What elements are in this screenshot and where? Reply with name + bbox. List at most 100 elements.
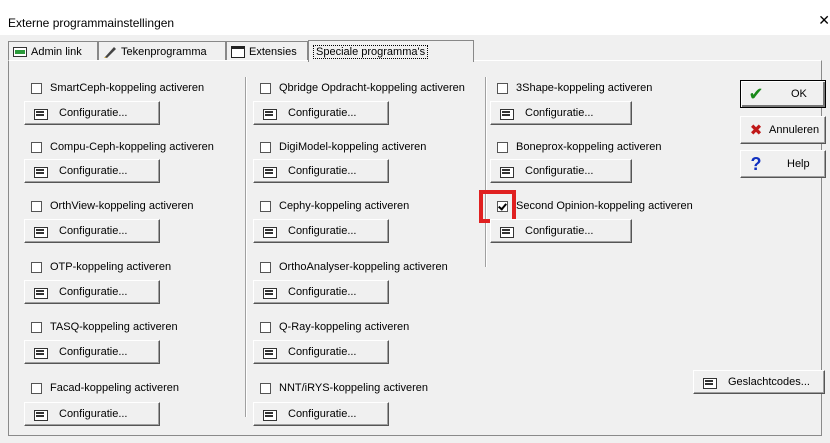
checkbox-label: NNT/iRYS-koppeling activeren bbox=[279, 382, 428, 394]
configure-icon bbox=[262, 164, 278, 178]
button-label: Configuratie... bbox=[59, 165, 128, 177]
button-label: Configuratie... bbox=[288, 286, 357, 298]
checkbox-facad[interactable]: Facad-koppeling activeren bbox=[31, 382, 179, 394]
config-button-orthoanalyser[interactable]: Configuratie... bbox=[253, 280, 389, 304]
config-button-smartceph[interactable]: Configuratie... bbox=[24, 101, 160, 125]
window-title: Externe programmainstellingen bbox=[8, 16, 175, 30]
checkbox-label: SmartCeph-koppeling activeren bbox=[50, 82, 205, 94]
checkbox-label: Q-Ray-koppeling activeren bbox=[279, 321, 410, 333]
config-button-qray[interactable]: Configuratie... bbox=[253, 340, 389, 364]
checkbox-label: Second Opinion-koppeling activeren bbox=[516, 200, 693, 212]
checkbox-cephy[interactable]: Cephy-koppeling activeren bbox=[260, 200, 409, 212]
checkbox-box[interactable] bbox=[31, 141, 42, 153]
cancel-button[interactable]: ✖ Annuleren bbox=[740, 116, 826, 144]
checkbox-digimodel[interactable]: DigiModel-koppeling activeren bbox=[260, 141, 426, 153]
close-icon[interactable]: ✕ bbox=[818, 12, 830, 29]
help-icon: ? bbox=[750, 153, 762, 174]
config-button-tasq[interactable]: Configuratie... bbox=[24, 340, 160, 364]
column-separator bbox=[245, 77, 247, 417]
configure-icon bbox=[262, 106, 278, 120]
config-button-3shape[interactable]: Configuratie... bbox=[490, 101, 632, 125]
geslachtcodes-button[interactable]: Geslachtcodes... bbox=[693, 370, 825, 394]
button-label: Configuratie... bbox=[59, 286, 128, 298]
config-button-compuceph[interactable]: Configuratie... bbox=[24, 159, 160, 183]
button-label: Configuratie... bbox=[59, 107, 128, 119]
config-button-boneprox[interactable]: Configuratie... bbox=[490, 159, 632, 183]
configure-icon bbox=[262, 224, 278, 238]
checkbox-label: OrthoAnalyser-koppeling activeren bbox=[279, 261, 448, 273]
config-button-otp[interactable]: Configuratie... bbox=[24, 280, 160, 304]
checkbox-boneprox[interactable]: Boneprox-koppeling activeren bbox=[497, 141, 662, 153]
tab-admin-link[interactable]: Admin link bbox=[8, 41, 98, 61]
checkbox-box[interactable] bbox=[260, 82, 271, 94]
config-button-digimodel[interactable]: Configuratie... bbox=[253, 159, 389, 183]
checkbox-box[interactable] bbox=[260, 382, 271, 394]
ok-button[interactable]: ✔ OK bbox=[740, 80, 826, 108]
tab-extensies[interactable]: Extensies bbox=[226, 41, 308, 61]
checkbox-label: OTP-koppeling activeren bbox=[50, 261, 172, 273]
configure-icon bbox=[33, 164, 49, 178]
admin-link-icon bbox=[13, 46, 27, 58]
checkbox-otp[interactable]: OTP-koppeling activeren bbox=[31, 261, 171, 273]
tab-label: Admin link bbox=[31, 45, 82, 58]
button-label: Configuratie... bbox=[59, 225, 128, 237]
checkbox-label: TASQ-koppeling activeren bbox=[50, 321, 178, 333]
title-bar: Externe programmainstellingen ✕ bbox=[0, 0, 830, 35]
button-label: Configuratie... bbox=[525, 165, 594, 177]
button-label: Configuratie... bbox=[288, 107, 357, 119]
button-label: Configuratie... bbox=[288, 346, 357, 358]
checkbox-nnt-irys[interactable]: NNT/iRYS-koppeling activeren bbox=[260, 382, 428, 394]
config-button-cephy[interactable]: Configuratie... bbox=[253, 219, 389, 243]
configure-icon bbox=[33, 224, 49, 238]
button-label: Geslachtcodes... bbox=[728, 376, 810, 388]
checkbox-box[interactable] bbox=[31, 200, 42, 212]
configure-icon bbox=[499, 106, 515, 120]
checkbox-3shape[interactable]: 3Shape-koppeling activeren bbox=[497, 82, 652, 94]
config-button-second-opinion[interactable]: Configuratie... bbox=[490, 219, 632, 243]
dialog-window: Externe programmainstellingen ✕ Admin li… bbox=[0, 0, 830, 443]
checkbox-orthview[interactable]: OrthView-koppeling activeren bbox=[31, 200, 193, 212]
checkbox-orthoanalyser[interactable]: OrthoAnalyser-koppeling activeren bbox=[260, 261, 448, 273]
checkbox-qbridge[interactable]: Qbridge Opdracht-koppeling activeren bbox=[260, 82, 465, 94]
help-button[interactable]: ? Help bbox=[740, 150, 826, 178]
checkbox-smartceph[interactable]: SmartCeph-koppeling activeren bbox=[31, 82, 204, 94]
button-label: Configuratie... bbox=[59, 346, 128, 358]
button-label: Help bbox=[787, 158, 810, 170]
checkbox-second-opinion[interactable]: Second Opinion-koppeling activeren bbox=[497, 200, 693, 212]
checkbox-tasq[interactable]: TASQ-koppeling activeren bbox=[31, 321, 178, 333]
checkbox-box[interactable] bbox=[31, 261, 42, 273]
window-icon bbox=[231, 45, 245, 58]
checkbox-box[interactable] bbox=[497, 82, 508, 94]
checkbox-compuceph[interactable]: Compu-Ceph-koppeling activeren bbox=[31, 141, 214, 153]
checkbox-qray[interactable]: Q-Ray-koppeling activeren bbox=[260, 321, 409, 333]
pen-icon bbox=[103, 46, 117, 58]
checkmark-icon: ✔ bbox=[748, 83, 764, 104]
button-label: Configuratie... bbox=[288, 225, 357, 237]
checkbox-box[interactable] bbox=[260, 321, 271, 333]
config-button-orthview[interactable]: Configuratie... bbox=[24, 219, 160, 243]
config-button-qbridge[interactable]: Configuratie... bbox=[253, 101, 389, 125]
cancel-x-icon: ✖ bbox=[749, 122, 763, 139]
column-separator bbox=[485, 77, 487, 267]
checkbox-box[interactable] bbox=[260, 200, 271, 212]
checkbox-box[interactable] bbox=[31, 82, 42, 94]
configure-icon bbox=[262, 407, 278, 421]
checkbox-box[interactable] bbox=[260, 141, 271, 153]
checkbox-label: 3Shape-koppeling activeren bbox=[516, 82, 653, 94]
tab-tekenprogramma[interactable]: Tekenprogramma bbox=[98, 41, 226, 61]
checkbox-box[interactable] bbox=[497, 141, 508, 153]
button-label: Configuratie... bbox=[525, 225, 594, 237]
tab-speciale-programmas[interactable]: Speciale programma's bbox=[308, 40, 474, 62]
checkbox-label: Compu-Ceph-koppeling activeren bbox=[50, 141, 214, 153]
config-button-facad[interactable]: Configuratie... bbox=[24, 402, 160, 426]
checkbox-label: Boneprox-koppeling activeren bbox=[516, 141, 662, 153]
configure-icon bbox=[33, 345, 49, 359]
checkbox-box[interactable] bbox=[31, 321, 42, 333]
config-button-nnt-irys[interactable]: Configuratie... bbox=[253, 402, 389, 426]
configure-icon bbox=[33, 106, 49, 120]
button-label: OK bbox=[791, 88, 807, 100]
checkbox-box[interactable] bbox=[31, 382, 42, 394]
checkbox-box[interactable] bbox=[260, 261, 271, 273]
button-label: Configuratie... bbox=[288, 408, 357, 420]
tab-label: Tekenprogramma bbox=[121, 45, 207, 58]
